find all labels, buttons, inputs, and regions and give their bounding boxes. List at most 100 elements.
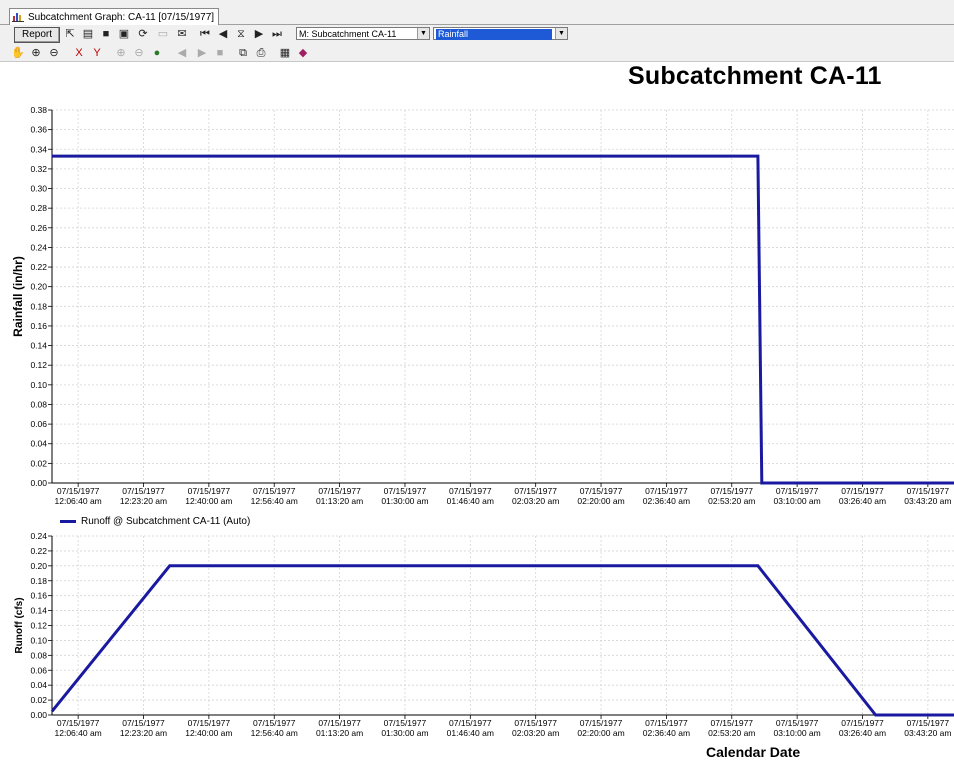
x-tick-label-date: 07/15/1977: [710, 486, 753, 496]
x-tick-label-time: 12:40:00 am: [185, 496, 232, 506]
plot-panel-1: 0.00 0.02 0.04 0.06 0.08 0.10 0.12 0.14 0.16 0.18…: [11, 105, 954, 506]
x-tick-label-date: 07/15/1977: [514, 718, 557, 728]
x-tick-label-time: 02:20:00 am: [577, 728, 624, 738]
x-tick-label-date: 07/15/1977: [907, 718, 950, 728]
x-tick-label-time: 01:30:00 am: [381, 728, 428, 738]
x-tick-label-time: 01:13:20 am: [316, 496, 363, 506]
x-tick-label-time: 12:56:40 am: [251, 728, 298, 738]
y-tick-label: 0.24: [30, 242, 47, 252]
y-tick-label: 0.20: [30, 282, 47, 292]
x-tick-label-time: 01:30:00 am: [381, 496, 428, 506]
legend-label: Runoff @ Subcatchment CA-11 (Auto): [81, 516, 251, 527]
x-tick-label-time: 02:36:40 am: [643, 496, 690, 506]
x-tick-label-time: 01:46:40 am: [447, 728, 494, 738]
y-tick-label: 0.24: [30, 531, 47, 541]
x-tick-label-time: 03:43:20 am: [904, 728, 951, 738]
y-tick-label: 0.18: [30, 301, 47, 311]
x-tick-label-date: 07/15/1977: [645, 486, 688, 496]
x-tick-label-date: 07/15/1977: [253, 718, 296, 728]
x-tick-label-time: 12:06:40 am: [55, 728, 102, 738]
y-tick-label: 0.36: [30, 125, 47, 135]
x-tick-label-date: 07/15/1977: [645, 718, 688, 728]
x-tick-label-time: 02:20:00 am: [577, 496, 624, 506]
x-tick-label-time: 03:43:20 am: [904, 496, 951, 506]
y-tick-label: 0.06: [30, 419, 47, 429]
x-tick-label-time: 03:10:00 am: [773, 496, 820, 506]
x-tick-label-time: 12:56:40 am: [251, 496, 298, 506]
x-tick-label-time: 12:40:00 am: [185, 728, 232, 738]
x-tick-label-time: 12:06:40 am: [55, 496, 102, 506]
x-tick-label-date: 07/15/1977: [580, 718, 623, 728]
x-axis-label: Calendar Date: [706, 744, 801, 760]
series-line: [52, 154, 954, 485]
x-tick-label-date: 07/15/1977: [318, 718, 361, 728]
y-axis-label: Runoff (cfs): [14, 597, 25, 653]
x-tick-label-date: 07/15/1977: [188, 718, 231, 728]
y-tick-label: 0.26: [30, 223, 47, 233]
y-tick-label: 0.30: [30, 184, 47, 194]
y-tick-label: 0.34: [30, 144, 47, 154]
x-tick-label-date: 07/15/1977: [384, 718, 427, 728]
y-tick-label: 0.10: [30, 380, 47, 390]
legend-swatch: [60, 520, 76, 523]
y-tick-label: 0.04: [30, 439, 47, 449]
x-tick-label-date: 07/15/1977: [318, 486, 361, 496]
y-tick-label: 0.12: [30, 360, 47, 370]
x-tick-label-time: 03:10:00 am: [773, 728, 820, 738]
y-tick-label: 0.16: [30, 321, 47, 331]
y-tick-label: 0.22: [30, 262, 47, 272]
x-tick-label-time: 01:13:20 am: [316, 728, 363, 738]
series-line: [50, 564, 954, 717]
chart-area: 0.00 0.02 0.04 0.06 0.08 0.10 0.12 0.14 0.16 0.18…: [11, 105, 954, 738]
x-tick-label-time: 02:03:20 am: [512, 496, 559, 506]
y-tick-label: 0.12: [30, 621, 47, 631]
y-tick-label: 0.08: [30, 650, 47, 660]
x-tick-label-date: 07/15/1977: [188, 486, 231, 496]
y-tick-label: 0.10: [30, 635, 47, 645]
legend: Runoff @ Subcatchment CA-11 (Auto): [60, 516, 250, 527]
x-tick-label-date: 07/15/1977: [907, 486, 950, 496]
x-tick-label-date: 07/15/1977: [841, 486, 884, 496]
x-tick-label-date: 07/15/1977: [384, 486, 427, 496]
x-tick-label-date: 07/15/1977: [57, 486, 100, 496]
x-tick-label-time: 12:23:20 am: [120, 496, 167, 506]
x-tick-label-date: 07/15/1977: [57, 718, 100, 728]
y-tick-label: 0.18: [30, 576, 47, 586]
x-tick-label-date: 07/15/1977: [253, 486, 296, 496]
x-tick-label-date: 07/15/1977: [449, 718, 492, 728]
x-tick-label-date: 07/15/1977: [776, 486, 819, 496]
x-tick-label-time: 03:26:40 am: [839, 496, 886, 506]
y-tick-label: 0.32: [30, 164, 47, 174]
y-tick-label: 0.00: [30, 478, 47, 488]
x-tick-label-date: 07/15/1977: [122, 486, 165, 496]
x-tick-label-date: 07/15/1977: [841, 718, 884, 728]
x-tick-label-date: 07/15/1977: [776, 718, 819, 728]
x-tick-label-time: 12:23:20 am: [120, 728, 167, 738]
x-tick-label-time: 02:53:20 am: [708, 728, 755, 738]
y-tick-label: 0.20: [30, 561, 47, 571]
y-tick-label: 0.00: [30, 710, 47, 720]
y-tick-label: 0.02: [30, 458, 47, 468]
y-tick-label: 0.02: [30, 695, 47, 705]
y-tick-label: 0.04: [30, 680, 47, 690]
y-tick-label: 0.38: [30, 105, 47, 115]
x-tick-label-time: 02:36:40 am: [643, 728, 690, 738]
y-tick-label: 0.14: [30, 341, 47, 351]
x-tick-label-time: 03:26:40 am: [839, 728, 886, 738]
y-tick-label: 0.22: [30, 546, 47, 556]
y-axis-label: Rainfall (in/hr): [11, 256, 25, 337]
plot-panel-2: 0.00 0.02 0.04 0.06 0.08 0.10 0.12 0.14 0.16 0.18…: [14, 531, 954, 738]
x-tick-label-date: 07/15/1977: [449, 486, 492, 496]
y-tick-label: 0.08: [30, 399, 47, 409]
x-tick-label-date: 07/15/1977: [514, 486, 557, 496]
y-tick-label: 0.28: [30, 203, 47, 213]
x-tick-label-time: 02:53:20 am: [708, 496, 755, 506]
x-tick-label-date: 07/15/1977: [710, 718, 753, 728]
x-tick-label-time: 02:03:20 am: [512, 728, 559, 738]
x-tick-label-time: 01:46:40 am: [447, 496, 494, 506]
y-tick-label: 0.06: [30, 665, 47, 675]
x-tick-label-date: 07/15/1977: [122, 718, 165, 728]
y-tick-label: 0.16: [30, 591, 47, 601]
x-tick-label-date: 07/15/1977: [580, 486, 623, 496]
y-tick-label: 0.14: [30, 606, 47, 616]
